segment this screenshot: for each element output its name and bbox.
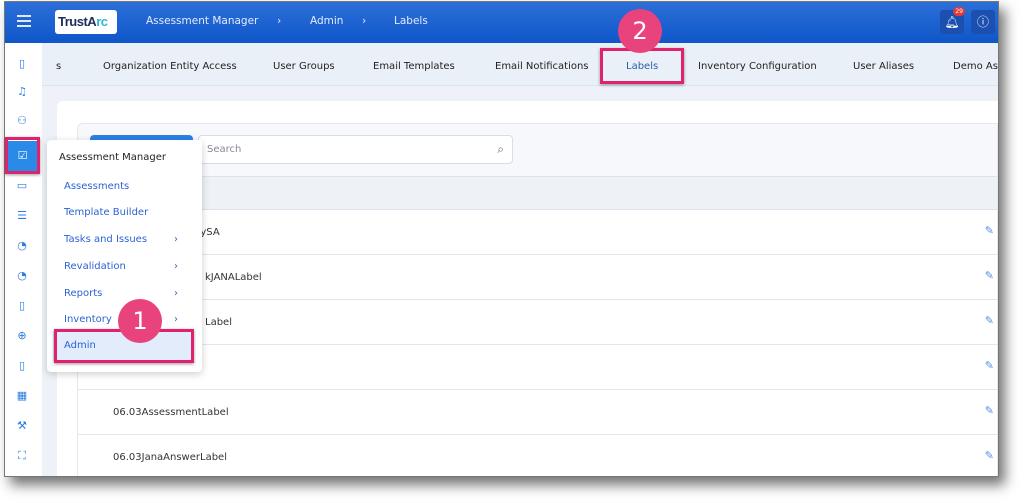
document-clock-icon[interactable]: ▯ <box>15 57 29 71</box>
menu-item-revalidation[interactable]: Revalidation › <box>64 261 178 272</box>
document-time-icon[interactable]: ▯ <box>15 359 29 373</box>
chevron-right-icon: › <box>174 288 178 299</box>
globe-icon[interactable]: ⊕ <box>15 329 29 343</box>
cookie-icon-2[interactable]: ◔ <box>15 269 29 283</box>
breadcrumb-assessment-manager[interactable]: Assessment Manager <box>146 15 258 27</box>
org-chart-icon[interactable]: ⚇ <box>15 114 29 128</box>
edit-pencil-icon[interactable]: ✎ <box>985 359 994 372</box>
menu-item-label: Inventory <box>64 314 112 325</box>
monitor-icon[interactable]: ▭ <box>15 179 29 193</box>
document-settings-icon[interactable]: ▯ <box>15 299 29 313</box>
highlight-labels-tab <box>600 48 684 84</box>
bell-icon[interactable]: ♫ <box>15 85 29 99</box>
menu-item-label: Revalidation <box>64 261 126 272</box>
edit-pencil-icon[interactable]: ✎ <box>985 269 994 282</box>
tab-inventory-configuration[interactable]: Inventory Configuration <box>698 61 817 72</box>
labels-card: Search ⌕ abelJanacreatedbySA✎ kJANALabel ✎… <box>77 123 998 476</box>
search-icon[interactable]: ⌕ <box>497 142 504 157</box>
chevron-right-icon: › <box>174 314 178 325</box>
table-row: abelJanacreatedbySA✎ <box>78 210 997 255</box>
menu-item-label: Assessments <box>64 181 130 192</box>
table-row: 06.03AssessmentLabel ✎ <box>78 390 997 435</box>
sidebar: ▯ ♫ ⚇ ☑ ▭ ☰ ◔ ◔ ▯ ⊕ ▯ ▦ ⚒ ⛶ <box>5 43 42 476</box>
chevron-right-icon: › <box>277 15 282 27</box>
bell-icon: 🔔︎ <box>944 15 960 29</box>
menu-item-label: Template Builder <box>64 207 149 218</box>
table-row: kJANALabel ✎ <box>78 255 997 300</box>
trustarc-logo[interactable]: TrustArc <box>55 10 117 34</box>
tab-email-templates[interactable]: Email Templates <box>373 61 455 72</box>
tab-partial[interactable]: s <box>56 61 61 72</box>
admin-tabs: s Organization Entity Access User Groups… <box>42 43 998 86</box>
edit-pencil-icon[interactable]: ✎ <box>985 449 994 462</box>
tab-email-notifications[interactable]: Email Notifications <box>495 61 589 72</box>
step-callout-2: 2 <box>618 9 662 53</box>
highlight-assessment-manager-icon <box>5 137 40 174</box>
chevron-right-icon: › <box>174 234 178 245</box>
notification-badge: 29 <box>953 7 965 16</box>
top-header: TrustArc Assessment Manager › Admin › La… <box>5 2 998 43</box>
edit-pencil-icon[interactable]: ✎ <box>985 404 994 417</box>
tab-user-groups[interactable]: User Groups <box>273 61 335 72</box>
table-row: 06.03JanaAnswerLabel ✎ <box>78 435 997 476</box>
menu-item-template-builder[interactable]: Template Builder <box>64 207 148 218</box>
menu-item-assessments[interactable]: Assessments <box>64 181 129 192</box>
help-icon: ⓘ <box>976 15 989 29</box>
tab-demo-assessments[interactable]: Demo Ass <box>953 61 998 72</box>
report-chart-icon[interactable]: ▦ <box>15 389 29 403</box>
hamburger-menu-icon[interactable] <box>17 15 31 30</box>
workflow-icon[interactable]: ⛶ <box>15 449 29 463</box>
chevron-right-icon: › <box>362 15 367 27</box>
label-name: Label <box>205 317 232 328</box>
edit-pencil-icon[interactable]: ✎ <box>985 314 994 327</box>
search-placeholder: Search <box>207 144 242 155</box>
label-name: kJANALabel <box>205 272 262 283</box>
label-name: 06.03JanaAnswerLabel <box>113 452 227 463</box>
step-callout-1: 1 <box>118 299 162 343</box>
table-row: abel✎ <box>78 345 997 390</box>
tab-organization-entity-access[interactable]: Organization Entity Access <box>103 61 237 72</box>
tab-user-aliases[interactable]: User Aliases <box>853 61 914 72</box>
menu-item-label: Tasks and Issues <box>64 234 148 245</box>
table-row: Label ✎ <box>78 300 997 345</box>
table-header <box>78 176 997 210</box>
cookie-icon[interactable]: ◔ <box>15 239 29 253</box>
help-button[interactable]: ⓘ <box>971 10 995 34</box>
label-name: 06.03AssessmentLabel <box>113 407 229 418</box>
breadcrumb-labels: Labels <box>394 15 428 27</box>
menu-item-label: Reports <box>64 288 103 299</box>
gavel-icon[interactable]: ⚒ <box>15 419 29 433</box>
edit-pencil-icon[interactable]: ✎ <box>985 224 994 237</box>
menu-item-tasks-and-issues[interactable]: Tasks and Issues › <box>64 234 178 245</box>
notifications-button[interactable]: 🔔︎ 29 <box>940 7 965 34</box>
breadcrumb-admin[interactable]: Admin <box>310 15 343 27</box>
user-list-icon[interactable]: ☰ <box>15 209 29 223</box>
menu-item-inventory[interactable]: Inventory › <box>64 314 178 325</box>
chevron-right-icon: › <box>174 261 178 272</box>
search-input[interactable]: Search ⌕ <box>198 135 513 164</box>
menu-title: Assessment Manager <box>59 152 166 163</box>
menu-item-reports[interactable]: Reports › <box>64 288 178 299</box>
